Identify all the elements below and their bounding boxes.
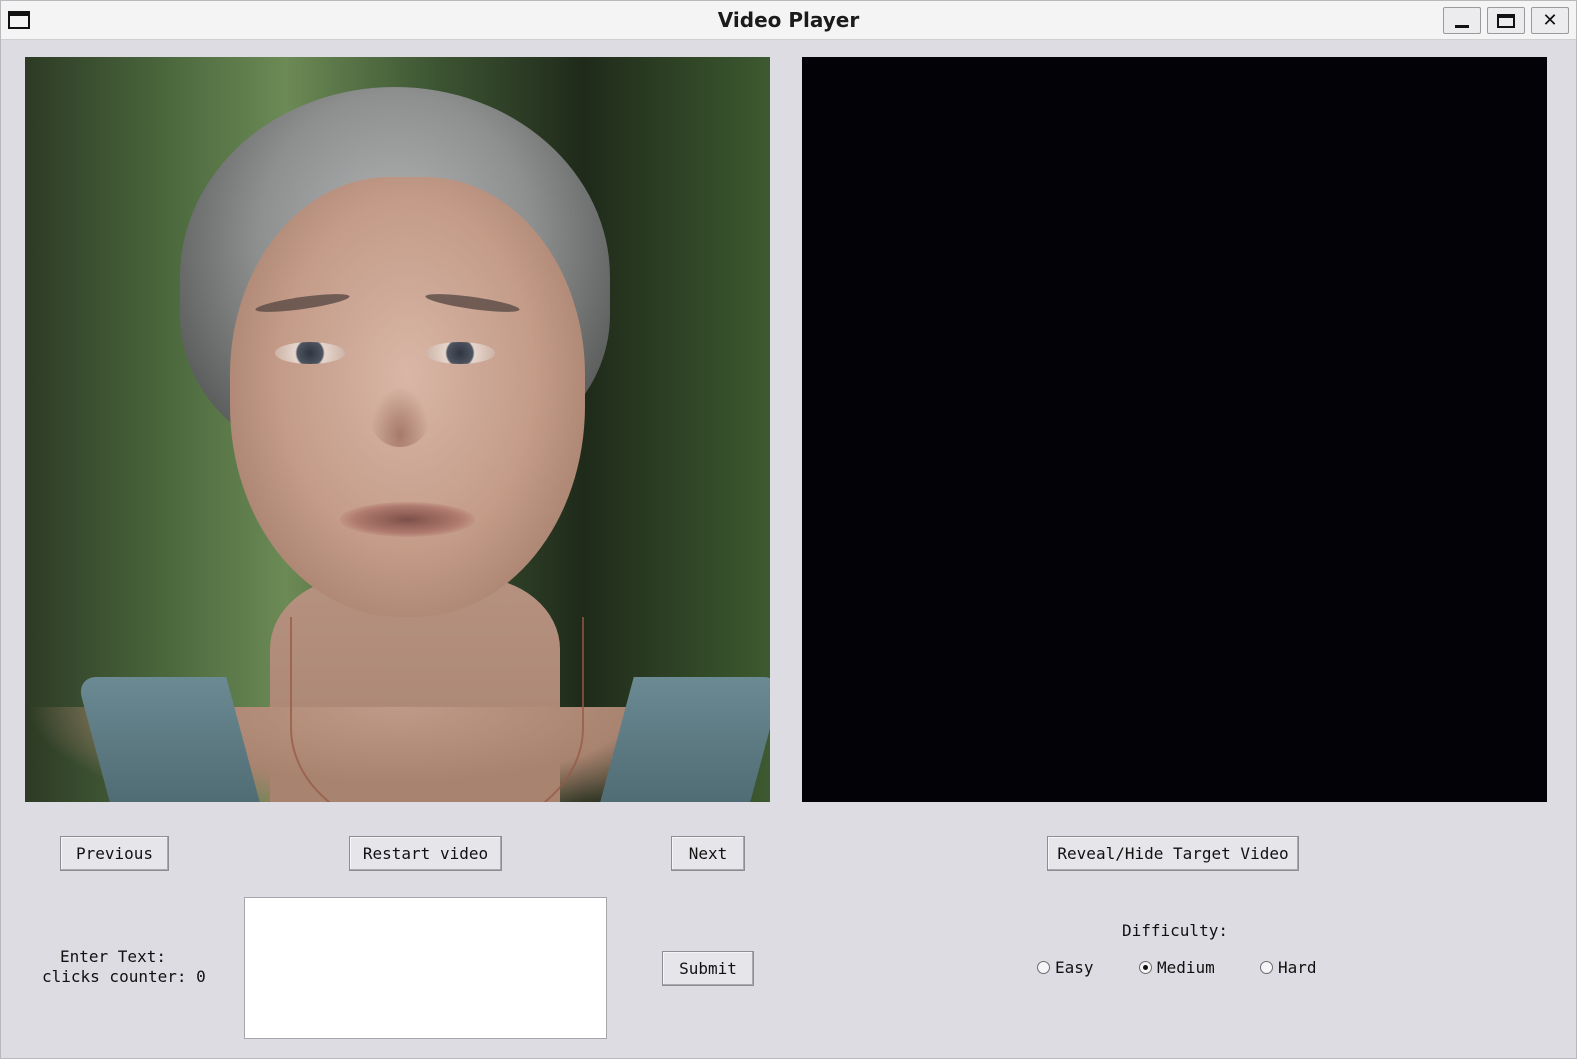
radio-label-medium: Medium [1157, 958, 1215, 977]
text-input[interactable] [244, 897, 607, 1039]
window-title: Video Player [717, 8, 860, 32]
enter-text-label: Enter Text: [60, 947, 166, 966]
radio-button-icon[interactable] [1260, 961, 1273, 974]
close-icon: ✕ [1542, 10, 1558, 31]
submit-button[interactable]: Submit [662, 951, 754, 986]
difficulty-radio-medium[interactable]: Medium [1139, 958, 1215, 977]
minimize-button[interactable] [1443, 7, 1481, 34]
restart-video-button[interactable]: Restart video [349, 836, 502, 871]
source-video-frame [25, 57, 770, 802]
target-video-frame [802, 57, 1547, 802]
radio-button-icon[interactable] [1037, 961, 1050, 974]
next-button[interactable]: Next [671, 836, 745, 871]
radio-label-easy: Easy [1055, 958, 1094, 977]
maximize-icon [1497, 13, 1515, 28]
close-button[interactable]: ✕ [1531, 7, 1569, 34]
video-player-window: Video Player ✕ Previous Restart video Ne… [0, 0, 1577, 1059]
minimize-icon [1455, 25, 1469, 28]
difficulty-radio-easy[interactable]: Easy [1037, 958, 1094, 977]
radio-label-hard: Hard [1278, 958, 1317, 977]
radio-button-selected-icon[interactable] [1139, 961, 1152, 974]
maximize-button[interactable] [1487, 7, 1525, 34]
difficulty-label: Difficulty: [1122, 921, 1228, 940]
title-bar[interactable]: Video Player ✕ [1, 1, 1576, 40]
clicks-counter-label: clicks counter: 0 [42, 967, 206, 986]
previous-button[interactable]: Previous [60, 836, 169, 871]
difficulty-radio-hard[interactable]: Hard [1260, 958, 1317, 977]
reveal-hide-target-button[interactable]: Reveal/Hide Target Video [1047, 836, 1299, 871]
